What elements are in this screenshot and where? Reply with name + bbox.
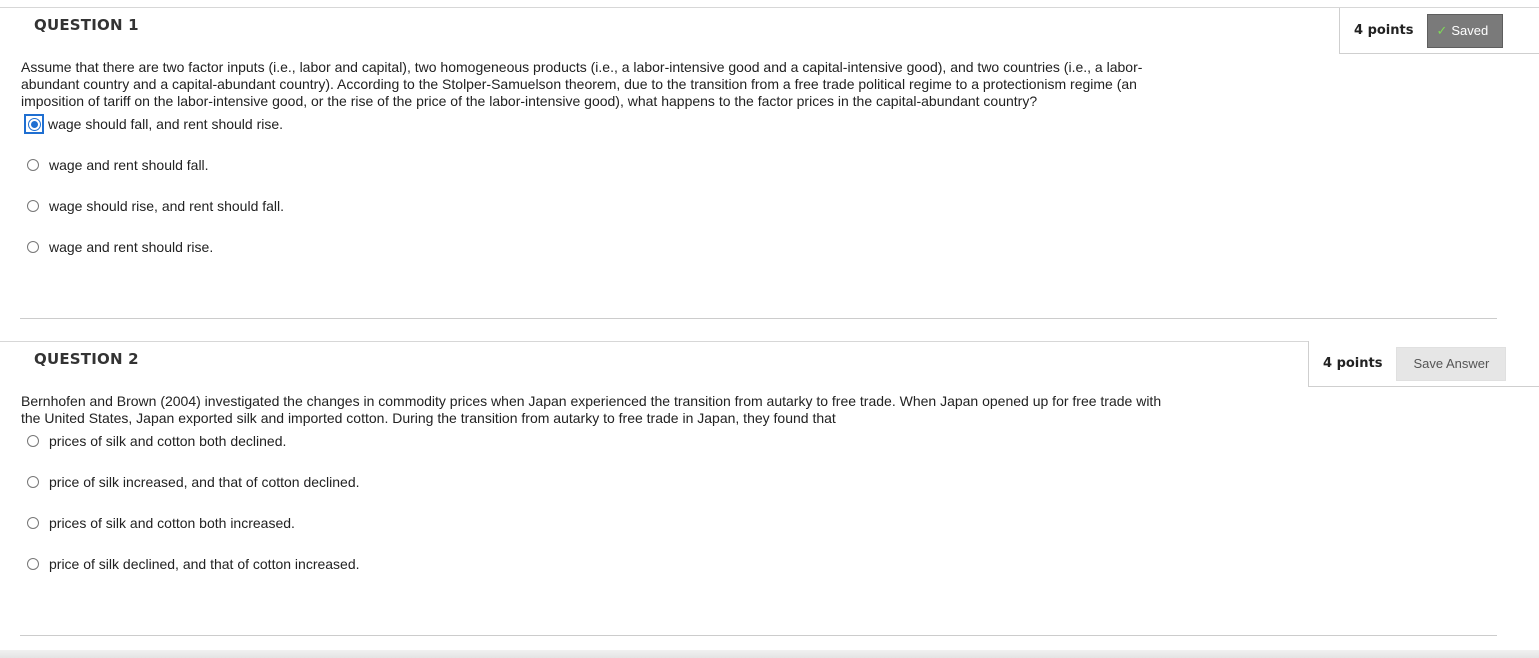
question-2-title: QUESTION 2 bbox=[34, 350, 139, 368]
radio-unselected-icon[interactable] bbox=[27, 435, 39, 447]
save-answer-button[interactable]: Save Answer bbox=[1396, 346, 1507, 381]
question-1-option-3[interactable]: wage should rise, and rent should fall. bbox=[24, 196, 284, 216]
radio-focus-ring[interactable] bbox=[24, 114, 44, 134]
question-1-points: 4 points bbox=[1354, 23, 1414, 38]
bottom-edge bbox=[0, 650, 1539, 658]
radio-unselected-icon[interactable] bbox=[27, 200, 39, 212]
question-2-option-1[interactable]: prices of silk and cotton both declined. bbox=[24, 431, 286, 451]
radio-dot bbox=[30, 120, 38, 128]
question-1-divider bbox=[20, 318, 1497, 319]
question-1: QUESTION 1 4 points ✓ Saved Assume that … bbox=[0, 8, 1539, 338]
question-1-option-3-label[interactable]: wage should rise, and rent should fall. bbox=[49, 198, 284, 214]
save-answer-button-label: Save Answer bbox=[1413, 356, 1490, 371]
question-2-option-4[interactable]: price of silk declined, and that of cott… bbox=[24, 554, 360, 574]
question-2-points: 4 points bbox=[1323, 356, 1383, 371]
question-1-option-2[interactable]: wage and rent should fall. bbox=[24, 155, 209, 175]
question-1-option-2-label[interactable]: wage and rent should fall. bbox=[49, 157, 209, 173]
question-2-option-2-label[interactable]: price of silk increased, and that of cot… bbox=[49, 474, 360, 490]
question-1-option-1[interactable]: wage should fall, and rent should rise. bbox=[24, 114, 283, 134]
question-2: QUESTION 2 4 points Save Answer Bernhofe… bbox=[0, 341, 1539, 641]
question-2-option-3[interactable]: prices of silk and cotton both increased… bbox=[24, 513, 295, 533]
radio-unselected-icon[interactable] bbox=[27, 476, 39, 488]
question-2-option-1-label[interactable]: prices of silk and cotton both declined. bbox=[49, 433, 286, 449]
radio-unselected-icon[interactable] bbox=[27, 517, 39, 529]
question-1-points-panel: 4 points ✓ Saved bbox=[1339, 8, 1539, 54]
radio-selected-icon[interactable] bbox=[27, 117, 41, 131]
question-2-text: Bernhofen and Brown (2004) investigated … bbox=[21, 393, 1162, 426]
question-1-title: QUESTION 1 bbox=[34, 16, 139, 34]
question-2-option-3-label[interactable]: prices of silk and cotton both increased… bbox=[49, 515, 295, 531]
question-1-option-4[interactable]: wage and rent should rise. bbox=[24, 237, 213, 257]
question-2-option-4-label[interactable]: price of silk declined, and that of cott… bbox=[49, 556, 360, 572]
question-1-option-4-label[interactable]: wage and rent should rise. bbox=[49, 239, 213, 255]
radio-unselected-icon[interactable] bbox=[27, 241, 39, 253]
radio-unselected-icon[interactable] bbox=[27, 558, 39, 570]
check-icon: ✓ bbox=[1436, 22, 1448, 38]
question-2-option-2[interactable]: price of silk increased, and that of cot… bbox=[24, 472, 360, 492]
question-1-text: Assume that there are two factor inputs … bbox=[21, 59, 1143, 109]
saved-button-label: Saved bbox=[1451, 23, 1489, 38]
question-2-divider bbox=[20, 635, 1497, 636]
saved-button[interactable]: ✓ Saved bbox=[1427, 13, 1504, 48]
question-2-points-panel: 4 points Save Answer bbox=[1308, 341, 1539, 387]
question-1-option-1-label[interactable]: wage should fall, and rent should rise. bbox=[48, 116, 283, 132]
radio-unselected-icon[interactable] bbox=[27, 159, 39, 171]
